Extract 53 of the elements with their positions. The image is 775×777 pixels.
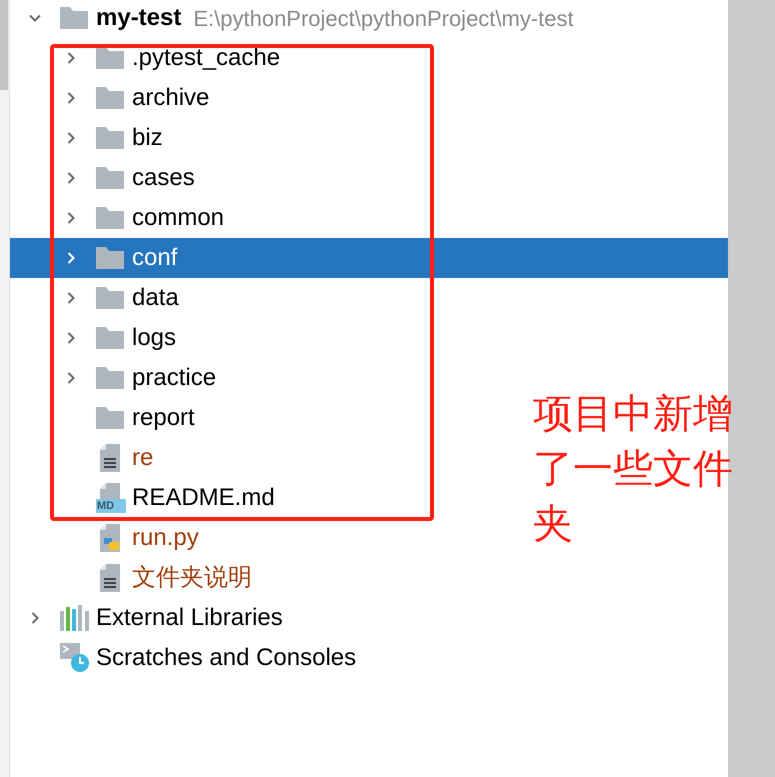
tree-item[interactable]: biz [10, 118, 167, 158]
tree-item[interactable]: re [10, 438, 158, 478]
item-name: my-test [96, 3, 182, 33]
tree-item[interactable]: my-test E:\pythonProject\pythonProject\my-test [10, 0, 578, 38]
item-name: practice [132, 363, 216, 393]
text-file-icon [100, 564, 120, 592]
tree-item[interactable]: practice [10, 358, 220, 398]
item-name: report [132, 403, 195, 433]
markdown-badge: MD [96, 499, 126, 513]
folder-icon [96, 87, 124, 109]
item-name: conf [132, 243, 178, 273]
folder-icon [96, 287, 124, 309]
tree-item[interactable]: MD README.md [10, 478, 279, 518]
scrollbar-thumb[interactable] [0, 0, 8, 90]
console-clock-icon [60, 643, 90, 673]
item-name: archive [132, 83, 210, 113]
item-name: common [132, 203, 224, 233]
library-bars-icon [60, 605, 90, 631]
folder-icon [96, 127, 124, 149]
text-file-icon [100, 444, 120, 472]
tree-item[interactable]: archive [10, 78, 214, 118]
item-name: External Libraries [96, 603, 283, 633]
folder-icon [96, 167, 124, 189]
item-name: logs [132, 323, 176, 353]
tree-item[interactable]: External Libraries [10, 598, 287, 638]
annotation-text: 项目中新增了一些文件夹 [533, 391, 734, 548]
item-name: cases [132, 163, 195, 193]
tree-item[interactable]: 文件夹说明 [10, 558, 256, 598]
project-path: E:\pythonProject\pythonProject\my-test [193, 4, 574, 33]
item-name: Scratches and Consoles [96, 643, 356, 673]
item-name: biz [132, 123, 163, 153]
tree-item[interactable]: common [10, 198, 228, 238]
item-name: re [132, 443, 154, 473]
tree-item[interactable]: data [10, 278, 183, 318]
folder-icon [96, 327, 124, 349]
folder-icon [96, 247, 124, 269]
folder-icon [96, 407, 124, 429]
item-name: data [132, 283, 179, 313]
folder-icon [96, 47, 124, 69]
folder-icon [96, 207, 124, 229]
tree-item[interactable]: conf [10, 238, 728, 278]
item-name: run.py [132, 523, 199, 553]
tree-item[interactable]: Scratches and Consoles [10, 638, 360, 678]
item-name: .pytest_cache [132, 43, 280, 73]
tree-item[interactable]: logs [10, 318, 180, 358]
folder-icon [60, 7, 88, 29]
item-name: 文件夹说明 [132, 563, 252, 593]
tree-item[interactable]: .pytest_cache [10, 38, 284, 78]
tree-item[interactable]: report [10, 398, 199, 438]
tree-item[interactable]: run.py [10, 518, 203, 558]
folder-icon [96, 367, 124, 389]
tree-item[interactable]: cases [10, 158, 199, 198]
item-name: README.md [132, 483, 275, 513]
